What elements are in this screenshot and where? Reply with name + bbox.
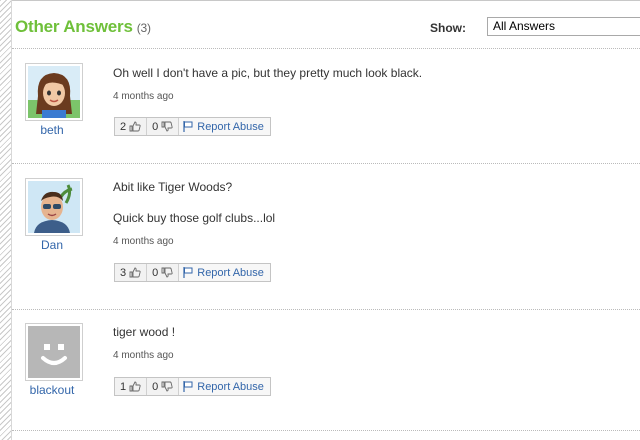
thumbs-down-count: 0 <box>152 120 159 133</box>
flag-icon <box>183 121 193 132</box>
avatar-dan[interactable] <box>25 178 83 236</box>
answer-text-line-1: Abit like Tiger Woods? <box>113 180 233 194</box>
answer-divider <box>12 430 640 431</box>
answer-time: 4 months ago <box>113 350 174 361</box>
thumbs-up-count: 3 <box>120 266 127 279</box>
avatar-man-sunglasses-icon <box>28 181 80 233</box>
thumbs-up-button[interactable]: 1 <box>115 378 148 395</box>
answer-divider <box>12 163 640 164</box>
avatar-blackout[interactable] <box>25 323 83 381</box>
answer-text: Oh well I don't have a pic, but they pre… <box>113 66 423 80</box>
thumbs-down-count: 0 <box>152 266 159 279</box>
thumbs-down-icon <box>161 267 173 278</box>
thumbs-up-button[interactable]: 3 <box>115 264 148 281</box>
answer-time: 4 months ago <box>113 91 174 102</box>
report-abuse-button[interactable]: Report Abuse <box>179 118 270 135</box>
thumbs-down-icon <box>161 381 173 392</box>
default-smiley-avatar-icon <box>28 326 80 378</box>
vote-bar: 1 0 Report Abuse <box>114 377 271 396</box>
thumbs-up-icon <box>129 267 141 278</box>
thumbs-down-button[interactable]: 0 <box>147 378 180 395</box>
report-abuse-label: Report Abuse <box>197 266 264 279</box>
avatar-girl-icon <box>28 66 80 118</box>
thumbs-down-icon <box>161 121 173 132</box>
thumbs-up-icon <box>129 381 141 392</box>
answer-text: tiger wood ! <box>113 325 176 339</box>
thumbs-up-count: 1 <box>120 380 127 393</box>
thumbs-up-button[interactable]: 2 <box>115 118 148 135</box>
thumbs-down-button[interactable]: 0 <box>147 118 180 135</box>
report-abuse-label: Report Abuse <box>197 380 264 393</box>
report-abuse-label: Report Abuse <box>197 120 264 133</box>
report-abuse-button[interactable]: Report Abuse <box>179 378 270 395</box>
flag-icon <box>183 267 193 278</box>
vote-bar: 2 0 Report Abuse <box>114 117 271 136</box>
username-dan[interactable]: Dan <box>12 238 92 252</box>
answers-header: Other Answers(3) Show: All Answers ▼ <box>15 17 640 39</box>
avatar-beth[interactable] <box>25 63 83 121</box>
answer-text-line-2: Quick buy those golf clubs...lol <box>113 211 276 225</box>
thumbs-down-count: 0 <box>152 380 159 393</box>
answer-divider <box>12 48 640 49</box>
thumbs-down-button[interactable]: 0 <box>147 264 180 281</box>
show-filter-value: All Answers <box>493 19 556 33</box>
thumbs-up-count: 2 <box>120 120 127 133</box>
answer-time: 4 months ago <box>113 236 174 247</box>
username-blackout[interactable]: blackout <box>12 383 92 397</box>
section-title: Other Answers (3) <box>15 17 151 37</box>
vote-bar: 3 0 Report Abuse <box>114 263 271 282</box>
answer-count: (3) <box>136 21 151 35</box>
answer-divider <box>12 309 640 310</box>
flag-icon <box>183 381 193 392</box>
show-filter-label: Show: <box>430 21 466 35</box>
report-abuse-button[interactable]: Report Abuse <box>179 264 270 281</box>
top-divider <box>12 0 640 1</box>
section-title-text: Other Answers <box>15 17 133 36</box>
thumbs-up-icon <box>129 121 141 132</box>
show-filter-select[interactable]: All Answers ▼ <box>487 17 640 36</box>
left-hatched-border <box>0 0 12 440</box>
username-beth[interactable]: beth <box>12 123 92 137</box>
